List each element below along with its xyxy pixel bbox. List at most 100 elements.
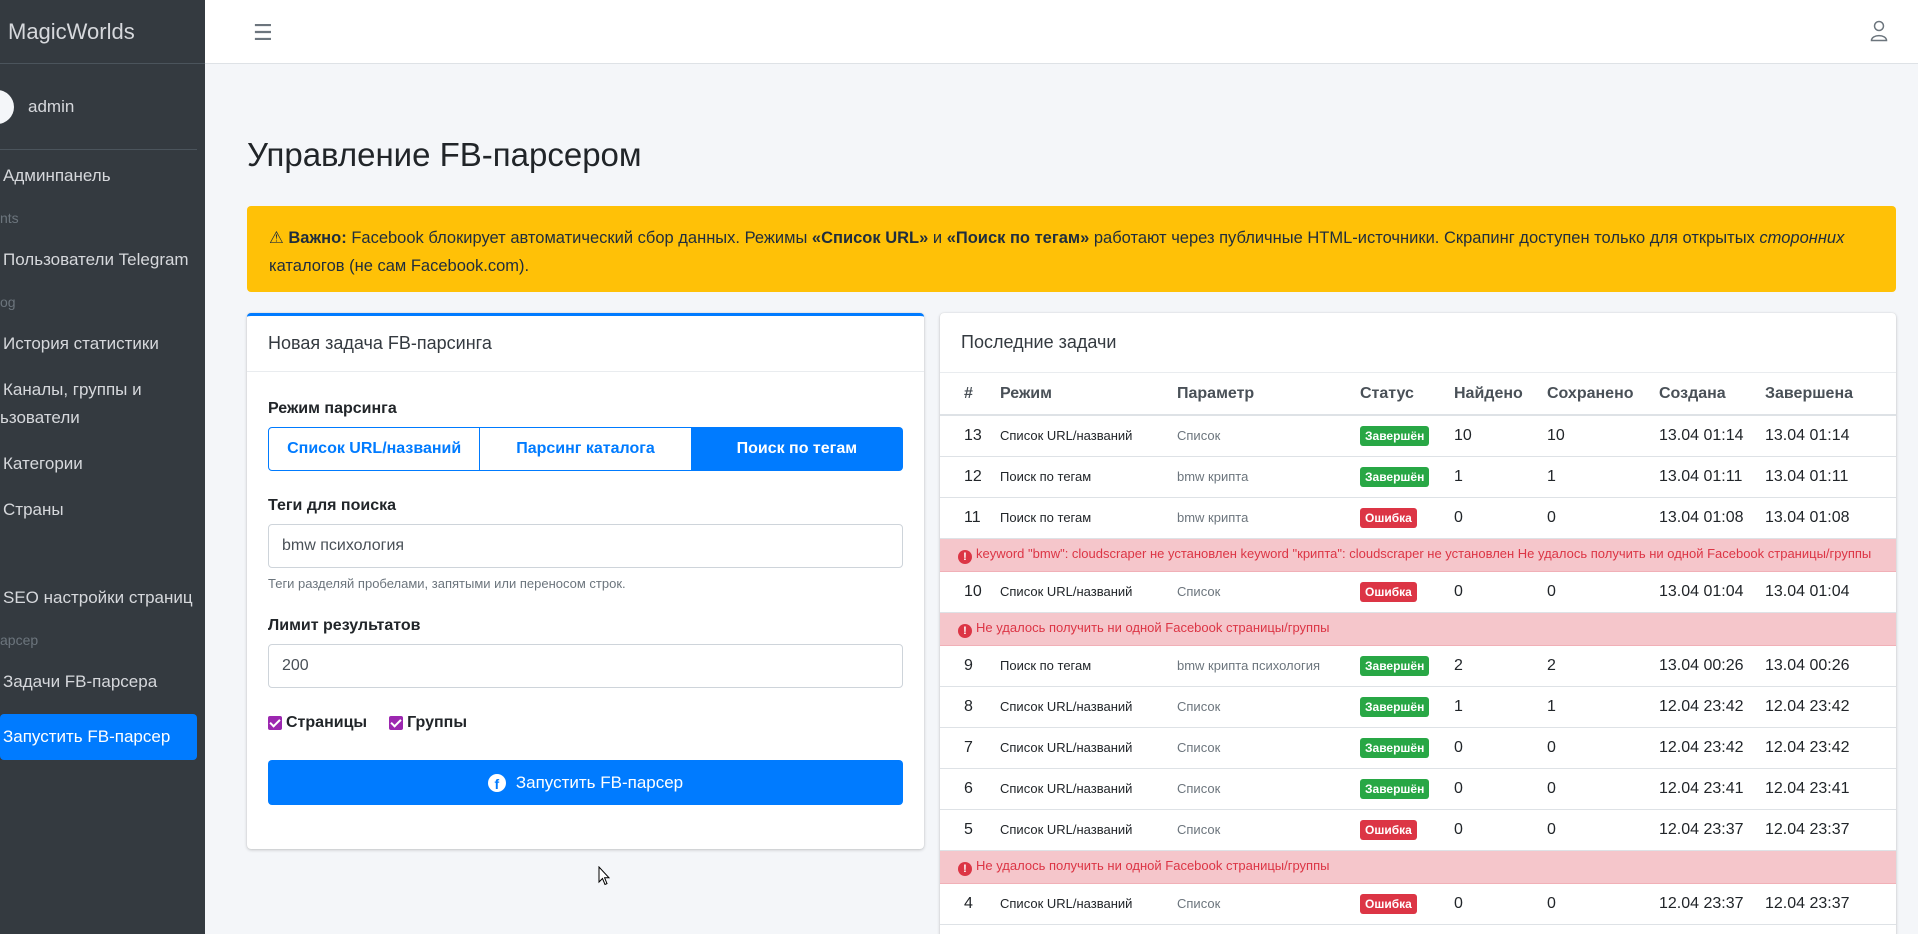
cell-status: Завершён xyxy=(1360,727,1454,769)
cell-done: 12.04 23:37 xyxy=(1765,809,1896,851)
mode-url-list-button[interactable]: Список URL/названий xyxy=(268,427,481,471)
pages-checkbox[interactable]: Страницы xyxy=(268,714,367,732)
tasks-table: # Режим Параметр Статус Найдено Сохранено Созд… xyxy=(940,373,1896,925)
cell-created: 13.04 01:04 xyxy=(1659,571,1765,613)
menu-toggle-icon[interactable]: ☰ xyxy=(253,20,273,46)
cell-created: 12.04 23:37 xyxy=(1659,883,1765,925)
alert-strong: Важно: xyxy=(288,229,347,247)
cell-saved: 1 xyxy=(1547,456,1659,498)
checkbox-checked-icon[interactable] xyxy=(268,716,282,730)
column-header: Сохранено xyxy=(1547,373,1659,416)
cell-status: Завершён xyxy=(1360,415,1454,457)
column-header: Параметр xyxy=(1177,373,1360,416)
sidebar-item-label: Страны xyxy=(3,500,64,519)
error-row: ! keyword "bmw": cloudscraper не установл… xyxy=(940,538,1896,572)
cell-created: 12.04 23:42 xyxy=(1659,686,1765,728)
table-row[interactable]: 7 Список URL/названий Список Завершён 0 0 12.0… xyxy=(940,727,1896,769)
sidebar-item[interactable]: Каналы, группы и ьзователи xyxy=(0,376,197,432)
sidebar-item[interactable]: История статистики xyxy=(0,330,197,358)
warning-icon: ⚠ xyxy=(269,229,284,247)
mode-catalog-button[interactable]: Парсинг каталога xyxy=(480,427,692,471)
table-row[interactable]: 5 Список URL/названий Список Ошибка 0 0 12.04 … xyxy=(940,809,1896,851)
cell-saved: 2 xyxy=(1547,645,1659,687)
cell-saved: 1 xyxy=(1547,686,1659,728)
cell-found: 0 xyxy=(1454,768,1547,810)
column-header: # xyxy=(940,373,1000,416)
error-message: Не удалось получить ни одной Facebook ст… xyxy=(976,619,1330,635)
cell-found: 0 xyxy=(1454,571,1547,613)
cell-status: Ошибка xyxy=(1360,883,1454,925)
limit-input[interactable]: 200 xyxy=(268,644,903,688)
cell-id: 13 xyxy=(940,415,1000,457)
sidebar-item[interactable]: Запустить FB-парсер xyxy=(0,714,197,760)
nav-header: nts xyxy=(0,210,19,226)
brand-logo[interactable]: MagicWorlds xyxy=(0,0,205,64)
warning-alert: ⚠ Важно: Facebook блокирует автоматическ… xyxy=(247,206,1896,292)
cell-saved: 0 xyxy=(1547,727,1659,769)
user-name: admin xyxy=(28,96,75,116)
table-row[interactable]: 11 Поиск по тегам bmw крипта Ошибка 0 0 13.04 … xyxy=(940,497,1896,539)
column-header: Завершена xyxy=(1765,373,1896,416)
tags-input[interactable]: bmw психология xyxy=(268,524,903,568)
sidebar-item[interactable]: Страны xyxy=(0,496,197,524)
sidebar-item-label: Запустить FB-парсер xyxy=(3,727,171,746)
sidebar-item[interactable]: Задачи FB-парсера xyxy=(0,668,197,696)
table-row[interactable]: 13 Список URL/названий Список Завершён 10 10 1… xyxy=(940,415,1896,457)
cell-mode: Список URL/названий xyxy=(1000,883,1177,925)
cell-done: 13.04 01:04 xyxy=(1765,571,1896,613)
table-row[interactable]: 4 Список URL/названий Список Ошибка 0 0 12.04 … xyxy=(940,883,1896,925)
cell-id: 5 xyxy=(940,809,1000,851)
run-parser-button[interactable]: f Запустить FB-парсер xyxy=(268,760,903,805)
cell-saved: 0 xyxy=(1547,883,1659,925)
sidebar-item[interactable]: Пользователи Telegram xyxy=(0,246,197,274)
nav-header: арсер xyxy=(0,632,39,648)
cell-found: 1 xyxy=(1454,686,1547,728)
error-message: Не удалось получить ни одной Facebook ст… xyxy=(976,857,1330,873)
user-panel[interactable]: admin xyxy=(0,64,197,150)
table-row[interactable]: 10 Список URL/названий Список Ошибка 0 0 13.04… xyxy=(940,571,1896,613)
groups-checkbox[interactable]: Группы xyxy=(389,714,467,732)
sidebar-item[interactable]: Админпанель xyxy=(0,162,197,190)
sidebar-item[interactable]: Категории xyxy=(0,450,197,478)
pages-label: Страницы xyxy=(286,714,368,731)
alert-mode-url: «Список URL» xyxy=(811,229,929,247)
cell-done: 13.04 01:11 xyxy=(1765,456,1896,498)
column-header: Найдено xyxy=(1454,373,1547,416)
sidebar-item-label: История статистики xyxy=(3,334,159,353)
alert-mode-tags: «Поиск по тегам» xyxy=(946,229,1090,247)
alert-text: и xyxy=(928,229,947,247)
cell-param: Список xyxy=(1177,768,1360,810)
table-row[interactable]: 8 Список URL/названий Список Завершён 1 1 12.0… xyxy=(940,686,1896,728)
sidebar-item[interactable]: SEO настройки страниц xyxy=(0,584,197,612)
user-icon[interactable] xyxy=(1870,20,1888,42)
run-parser-label: Запустить FB-парсер xyxy=(515,772,684,792)
tags-hint: Теги разделяй пробелами, запятыми или пе… xyxy=(268,576,626,591)
sidebar: MagicWorlds admin Админпанель nts Пользова… xyxy=(0,0,205,934)
error-cell: ! keyword "bmw": cloudscraper не установл… xyxy=(940,538,1896,572)
card-title: Последние задачи xyxy=(940,313,1896,373)
groups-label: Группы xyxy=(407,714,467,731)
table-row[interactable]: 6 Список URL/названий Список Завершён 0 0 12.0… xyxy=(940,768,1896,810)
cell-id: 11 xyxy=(940,497,1000,539)
error-row: ! Не удалось получить ни одной Facebook с… xyxy=(940,612,1896,646)
table-row[interactable]: 9 Поиск по тегам bmw крипта психология Заве… xyxy=(940,645,1896,687)
table-row[interactable]: 12 Поиск по тегам bmw крипта Завершён 1 1 13.0… xyxy=(940,456,1896,498)
status-badge: Завершён xyxy=(1360,737,1430,758)
cell-found: 2 xyxy=(1454,645,1547,687)
cell-done: 12.04 23:42 xyxy=(1765,686,1896,728)
cell-done: 12.04 23:42 xyxy=(1765,727,1896,769)
mode-tags-button[interactable]: Поиск по тегам xyxy=(691,427,903,471)
column-header: Создана xyxy=(1659,373,1765,416)
cell-found: 0 xyxy=(1454,883,1547,925)
cell-id: 6 xyxy=(940,768,1000,810)
checkbox-checked-icon[interactable] xyxy=(389,716,404,730)
cell-done: 13.04 00:26 xyxy=(1765,645,1896,687)
limit-label: Лимит результатов xyxy=(268,617,421,634)
cell-status: Ошибка xyxy=(1360,497,1454,539)
status-badge: Ошибка xyxy=(1360,819,1417,840)
cell-status: Завершён xyxy=(1360,686,1454,728)
error-icon: ! xyxy=(958,623,972,638)
cell-mode: Поиск по тегам xyxy=(1000,645,1177,687)
status-badge: Завершён xyxy=(1360,655,1430,676)
cell-done: 13.04 01:14 xyxy=(1765,415,1896,457)
